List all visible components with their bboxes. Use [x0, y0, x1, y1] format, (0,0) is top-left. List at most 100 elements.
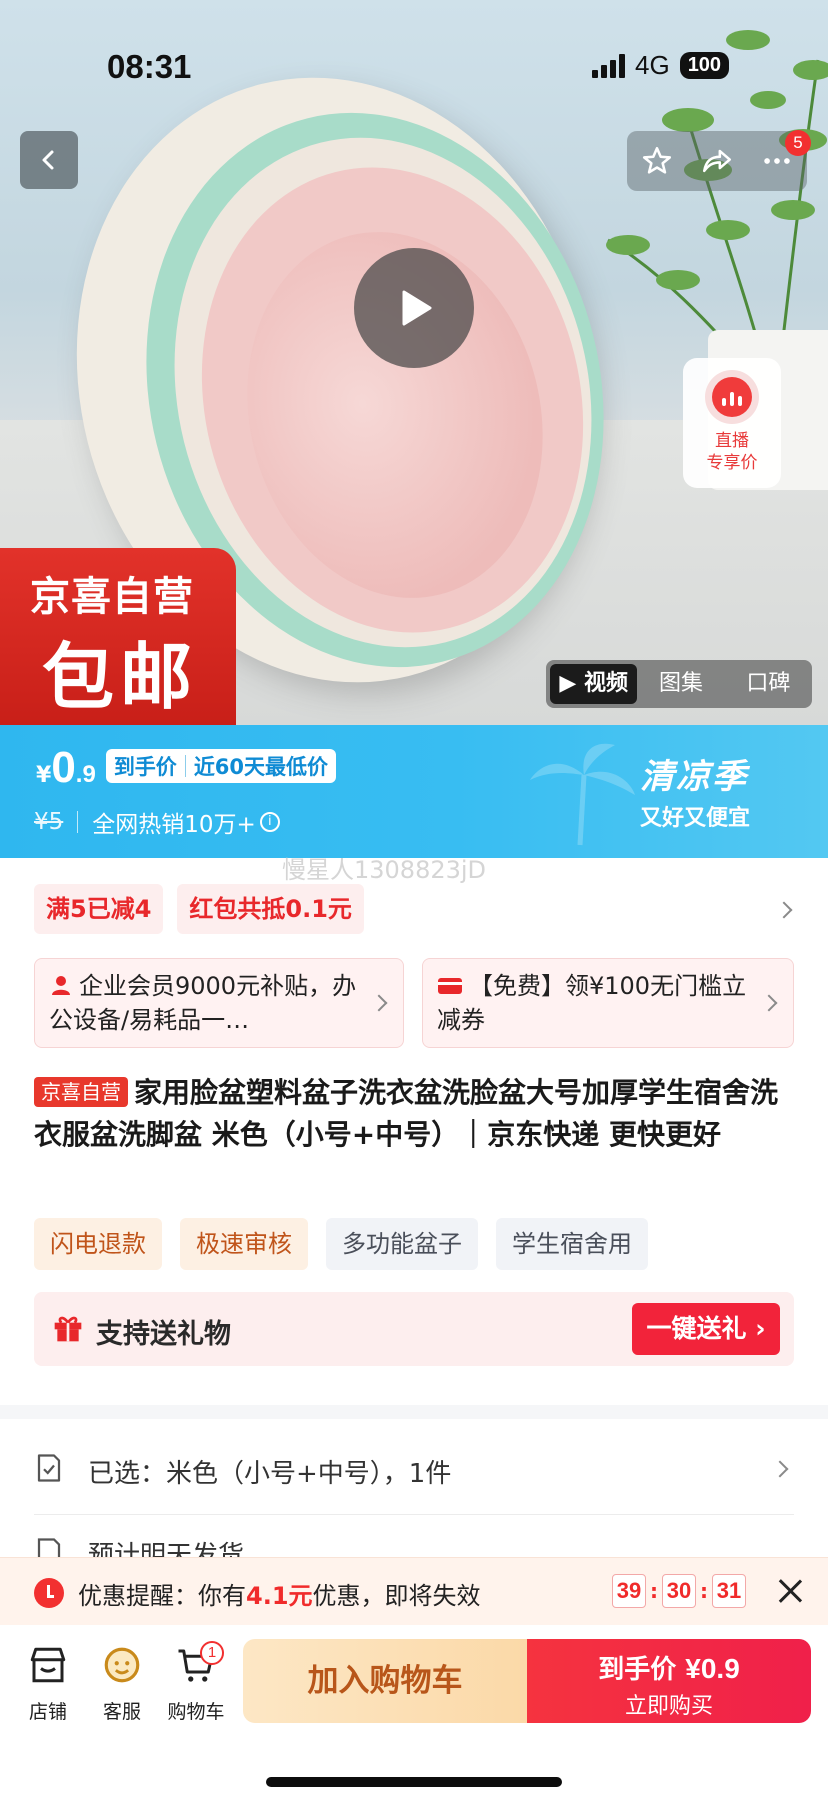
product-title: 京喜自营 家用脸盆塑料盆子洗衣盆洗脸盆大号加厚学生宿舍洗衣服盆洗脚盆 米色（小号+…: [34, 1072, 784, 1156]
currency-symbol: ¥: [36, 763, 52, 788]
countdown-seconds: 31: [712, 1574, 746, 1608]
live-price-button[interactable]: 直播 专享价: [683, 358, 781, 488]
add-to-cart-button[interactable]: 加入购物车: [243, 1639, 527, 1723]
tab-reviews-label: 口碑: [746, 671, 791, 696]
final-price-label: 到手价: [113, 755, 177, 779]
self-operated-badge: 京喜自营: [34, 1077, 128, 1107]
feature-tag[interactable]: 多功能盆子: [326, 1218, 478, 1270]
home-indicator: [266, 1777, 562, 1787]
brand-promo-badge: 京喜自营 包邮: [0, 548, 236, 725]
buy-now-label: 立即购买: [624, 1694, 713, 1719]
product-gallery[interactable]: 08:31 4G 100 5 直播 专享价 京喜自营 包邮 ▶ 视频 图集 口碑: [0, 0, 828, 725]
countdown-timer: 39 : 30 : 31: [612, 1574, 746, 1608]
selected-spec-row[interactable]: 已选：米色（小号+中号），1件: [34, 1415, 794, 1525]
reminder-prefix: 优惠提醒：你有: [78, 1582, 246, 1610]
discount-reminder: 优惠提醒：你有4.1元优惠，即将失效 39 : 30 : 31: [0, 1557, 828, 1625]
network-type: 4G: [635, 50, 670, 80]
price-tag: 到手价 近60天最低价: [105, 749, 337, 783]
coupon-chevron-icon: [760, 994, 778, 1012]
free-coupon[interactable]: 【免费】领¥100无门槛立减券: [422, 958, 794, 1048]
buy-now-button[interactable]: 到手价 ¥0.9 立即购买: [527, 1639, 811, 1723]
shipping-icon: [37, 1538, 61, 1557]
user-watermark: 慢星人1308823jD: [282, 856, 487, 884]
original-price-row: ¥5 全网热销10万+ i: [34, 805, 280, 839]
signal-icon: [592, 53, 625, 78]
buy-price: ¥0.9: [685, 1653, 740, 1684]
nav-service-label: 客服: [102, 1701, 141, 1723]
store-icon: [30, 1647, 66, 1683]
selected-icon: [37, 1454, 61, 1482]
promo-discount-tag: 满5已减4: [34, 884, 164, 934]
status-bar: 08:31 4G 100: [0, 0, 828, 130]
price-integer: 0: [51, 743, 76, 792]
season-campaign: 清凉季 又好又便宜: [640, 749, 750, 832]
nav-cart-label: 购物车: [167, 1701, 225, 1723]
reminder-text: 优惠提醒：你有4.1元优惠，即将失效: [78, 1576, 481, 1611]
promo-chevron-icon[interactable]: [775, 901, 793, 919]
battery-icon: 100: [679, 52, 730, 79]
palm-icon: [530, 743, 635, 846]
original-price: ¥5: [34, 809, 64, 835]
tab-video[interactable]: ▶ 视频: [550, 664, 638, 704]
feature-tag: 极速审核: [180, 1218, 308, 1270]
status-indicators: 4G 100: [592, 50, 730, 81]
live-price-label: 专享价: [706, 453, 758, 473]
enterprise-coupon-text: 企业会员9000元补贴，办公设备/易耗品一…: [49, 972, 357, 1034]
info-icon[interactable]: i: [259, 812, 280, 832]
brand-badge-name: 京喜自营: [30, 574, 194, 620]
tab-reviews[interactable]: 口碑: [725, 664, 812, 704]
spec-chevron-icon: [771, 1460, 789, 1478]
buy-price-label: 到手价: [598, 1655, 677, 1685]
play-video-button[interactable]: [354, 248, 474, 368]
bottom-action-bar: 店铺 客服 1 购物车 加入购物车 到手价 ¥0.9 立即购买: [0, 1625, 828, 1801]
live-icon: [705, 370, 759, 424]
free-coupon-text: 【免费】领¥100无门槛立减券: [437, 972, 747, 1034]
clock-icon: [34, 1578, 64, 1608]
product-title-text: 家用脸盆塑料盆子洗衣盆洗脸盆大号加厚学生宿舍洗衣服盆洗脚盆 米色（小号+中号）｜…: [34, 1076, 779, 1151]
feature-tags: 闪电退款 极速审核 多功能盆子 学生宿舍用: [34, 1218, 648, 1270]
back-button[interactable]: [20, 131, 78, 189]
feature-tag: 闪电退款: [34, 1218, 162, 1270]
play-icon: [402, 290, 432, 326]
star-icon[interactable]: [640, 144, 674, 178]
reminder-suffix: 优惠，即将失效: [312, 1582, 481, 1610]
tab-gallery-label: 图集: [658, 671, 703, 696]
gift-bar: 支持送礼物 一键送礼 ›: [34, 1292, 794, 1366]
free-shipping-label: 包邮: [42, 635, 199, 719]
reminder-amount: 4.1元: [246, 1582, 313, 1610]
enterprise-coupon[interactable]: 企业会员9000元补贴，办公设备/易耗品一…: [34, 958, 404, 1048]
close-icon[interactable]: [775, 1576, 805, 1606]
nav-cart[interactable]: 1 购物车: [164, 1641, 228, 1724]
countdown-minutes: 30: [662, 1574, 696, 1608]
coupon-chevron-icon: [370, 994, 388, 1012]
send-gift-label: 一键送礼: [646, 1314, 747, 1343]
send-gift-button[interactable]: 一键送礼 ›: [632, 1303, 780, 1355]
nav-service[interactable]: 客服: [90, 1645, 154, 1724]
promo-row[interactable]: 满5已减4 红包共抵0.1元: [34, 884, 364, 934]
season-title: 清凉季: [640, 757, 748, 797]
price-banner: ¥ 0 .9 到手价 近60天最低价 ¥5 全网热销10万+ i 清凉季 又好又…: [0, 725, 828, 858]
cart-badge: 1: [200, 1641, 224, 1665]
tab-gallery[interactable]: 图集: [637, 664, 724, 704]
header-actions: [627, 131, 807, 191]
shipping-row[interactable]: 预计明天发货: [34, 1515, 794, 1557]
countdown-hours: 39: [612, 1574, 646, 1608]
price-decimal: .9: [75, 761, 96, 788]
media-tabs: ▶ 视频 图集 口碑: [546, 660, 812, 708]
share-icon[interactable]: [700, 144, 734, 178]
coupon-icon: [438, 978, 462, 994]
tab-video-label: 视频: [583, 671, 628, 696]
feature-tag[interactable]: 学生宿舍用: [496, 1218, 648, 1270]
service-icon: [104, 1647, 140, 1683]
live-label: 直播: [715, 431, 749, 451]
selected-spec-label: 已选：米色（小号+中号），1件: [88, 1459, 452, 1489]
add-to-cart-label: 加入购物车: [307, 1663, 463, 1699]
nav-store-label: 店铺: [28, 1701, 67, 1723]
season-subtitle: 又好又便宜: [640, 806, 751, 831]
chevron-left-icon: [42, 150, 54, 170]
status-time: 08:31: [107, 48, 192, 85]
nav-store[interactable]: 店铺: [16, 1645, 80, 1724]
lowest-price-label: 近60天最低价: [193, 755, 329, 779]
current-price: ¥ 0 .9 到手价 近60天最低价: [36, 743, 337, 793]
gift-icon: [54, 1316, 82, 1342]
